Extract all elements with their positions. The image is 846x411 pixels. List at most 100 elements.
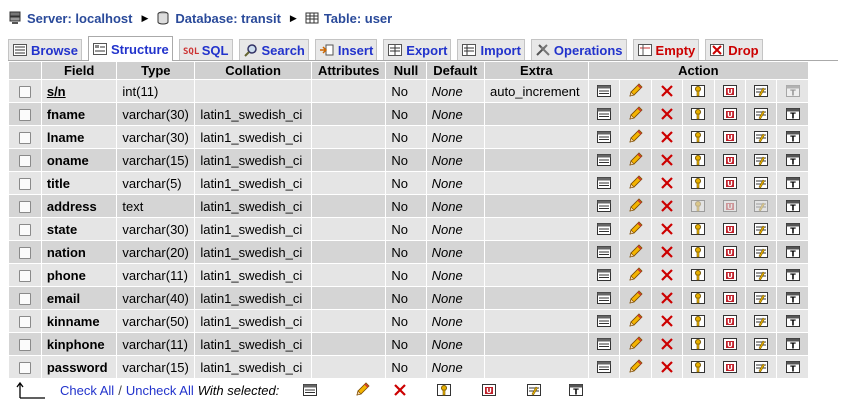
unique-icon[interactable]: U (722, 83, 738, 99)
selected-index-button[interactable] (526, 382, 542, 398)
drop-icon[interactable] (659, 313, 675, 329)
selected-fulltext-button[interactable]: T (568, 382, 584, 398)
check-all-link[interactable]: Check All (60, 383, 114, 398)
drop-icon[interactable] (659, 129, 675, 145)
row-checkbox[interactable] (18, 86, 31, 99)
database-link[interactable]: Database: transit (175, 11, 280, 26)
browse-distinct-icon[interactable] (596, 175, 612, 191)
tab-insert[interactable]: Insert (314, 39, 378, 60)
primary-key-icon[interactable] (690, 152, 706, 168)
fulltext-icon[interactable]: T (785, 198, 801, 214)
selected-edit-button[interactable] (354, 382, 370, 398)
primary-key-icon[interactable] (690, 267, 706, 283)
row-checkbox[interactable] (18, 293, 31, 306)
edit-icon[interactable] (627, 359, 643, 375)
row-checkbox[interactable] (18, 132, 31, 145)
unique-icon[interactable]: U (722, 175, 738, 191)
browse-distinct-icon[interactable] (596, 198, 612, 214)
browse-distinct-icon[interactable] (596, 221, 612, 237)
drop-icon[interactable] (659, 175, 675, 191)
tab-search[interactable]: Search (238, 39, 309, 60)
index-icon[interactable] (753, 175, 769, 191)
table-link[interactable]: Table: user (324, 11, 392, 26)
drop-icon[interactable] (659, 221, 675, 237)
drop-icon[interactable] (659, 359, 675, 375)
fulltext-icon[interactable]: T (785, 175, 801, 191)
browse-distinct-icon[interactable] (596, 152, 612, 168)
edit-icon[interactable] (627, 267, 643, 283)
edit-icon[interactable] (627, 313, 643, 329)
browse-distinct-icon[interactable] (596, 129, 612, 145)
edit-icon[interactable] (627, 290, 643, 306)
browse-distinct-icon[interactable] (596, 313, 612, 329)
fulltext-icon[interactable]: T (785, 267, 801, 283)
drop-icon[interactable] (659, 106, 675, 122)
selected-unique-button[interactable]: U (481, 382, 497, 398)
drop-icon[interactable] (659, 152, 675, 168)
tab-import[interactable]: Import (457, 39, 525, 60)
index-icon[interactable] (753, 244, 769, 260)
primary-key-icon[interactable] (690, 313, 706, 329)
drop-icon[interactable] (659, 267, 675, 283)
row-checkbox[interactable] (18, 247, 31, 260)
browse-distinct-icon[interactable] (596, 290, 612, 306)
row-checkbox[interactable] (18, 155, 31, 168)
index-icon[interactable] (753, 336, 769, 352)
fulltext-icon[interactable]: T (785, 129, 801, 145)
tab-empty[interactable]: Empty (632, 39, 700, 60)
primary-key-icon[interactable] (690, 359, 706, 375)
server-link[interactable]: Server: localhost (27, 11, 133, 26)
index-icon[interactable] (753, 129, 769, 145)
edit-icon[interactable] (627, 336, 643, 352)
index-icon[interactable] (753, 152, 769, 168)
edit-icon[interactable] (627, 175, 643, 191)
unique-icon[interactable]: U (722, 221, 738, 237)
unique-icon[interactable]: U (722, 152, 738, 168)
drop-icon[interactable] (659, 336, 675, 352)
drop-icon[interactable] (659, 198, 675, 214)
selected-primary-key-button[interactable] (436, 382, 452, 398)
fulltext-icon[interactable]: T (785, 359, 801, 375)
fulltext-icon[interactable]: T (785, 290, 801, 306)
unique-icon[interactable]: U (722, 129, 738, 145)
browse-distinct-icon[interactable] (596, 106, 612, 122)
tab-sql[interactable]: SQL SQL (178, 39, 233, 60)
primary-key-icon[interactable] (690, 221, 706, 237)
row-checkbox[interactable] (18, 362, 31, 375)
index-icon[interactable] (753, 221, 769, 237)
index-icon[interactable] (753, 83, 769, 99)
unique-icon[interactable]: U (722, 106, 738, 122)
primary-key-icon[interactable] (690, 83, 706, 99)
row-checkbox[interactable] (18, 270, 31, 283)
primary-key-icon[interactable] (690, 244, 706, 260)
fulltext-icon[interactable]: T (785, 313, 801, 329)
unique-icon[interactable]: U (722, 359, 738, 375)
browse-distinct-icon[interactable] (596, 359, 612, 375)
edit-icon[interactable] (627, 221, 643, 237)
drop-icon[interactable] (659, 290, 675, 306)
edit-icon[interactable] (627, 106, 643, 122)
edit-icon[interactable] (627, 83, 643, 99)
row-checkbox[interactable] (18, 178, 31, 191)
edit-icon[interactable] (627, 129, 643, 145)
edit-icon[interactable] (627, 152, 643, 168)
index-icon[interactable] (753, 106, 769, 122)
browse-distinct-icon[interactable] (596, 267, 612, 283)
selected-browse-distinct-button[interactable] (302, 382, 318, 398)
index-icon[interactable] (753, 313, 769, 329)
drop-icon[interactable] (659, 83, 675, 99)
edit-icon[interactable] (627, 198, 643, 214)
tab-operations[interactable]: Operations (530, 39, 627, 60)
primary-key-icon[interactable] (690, 175, 706, 191)
browse-distinct-icon[interactable] (596, 244, 612, 260)
row-checkbox[interactable] (18, 224, 31, 237)
row-checkbox[interactable] (18, 339, 31, 352)
primary-key-icon[interactable] (690, 290, 706, 306)
fulltext-icon[interactable]: T (785, 221, 801, 237)
row-checkbox[interactable] (18, 109, 31, 122)
primary-key-icon[interactable] (690, 336, 706, 352)
fulltext-icon[interactable]: T (785, 106, 801, 122)
browse-distinct-icon[interactable] (596, 83, 612, 99)
fulltext-icon[interactable]: T (785, 336, 801, 352)
unique-icon[interactable]: U (722, 313, 738, 329)
